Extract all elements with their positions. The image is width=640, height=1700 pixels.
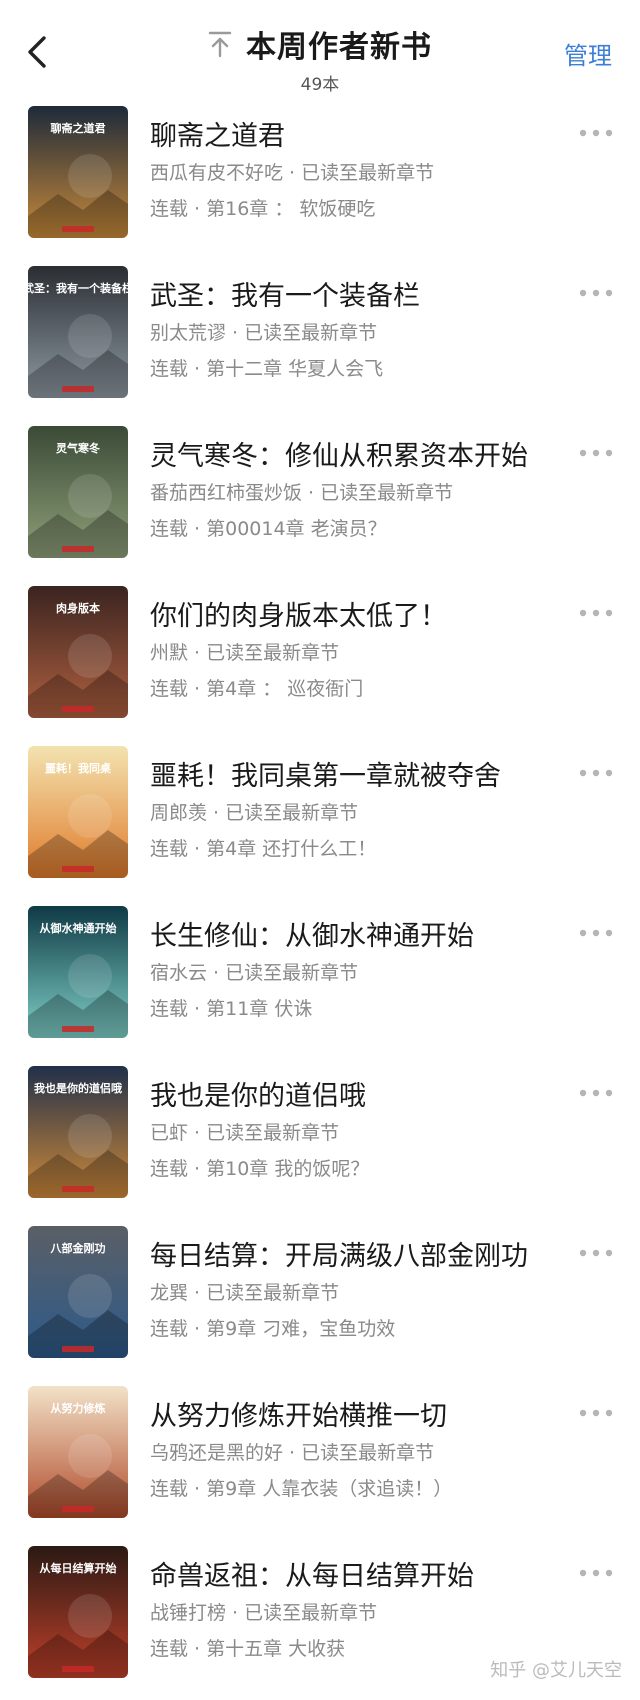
page-title: 本周作者新书 [246, 22, 432, 66]
book-author-status: 战锤打榜 · 已读至最新章节 [150, 1598, 377, 1625]
more-horizontal-icon[interactable] [578, 1088, 614, 1098]
book-list-item[interactable]: 八部金刚功 每日结算：开局满级八部金刚功龙巽 · 已读至最新章节连载 · 第9章 … [0, 1220, 640, 1380]
book-title[interactable]: 你们的肉身版本太低了！ [150, 594, 447, 633]
more-horizontal-icon[interactable] [578, 1568, 614, 1578]
book-list-item[interactable]: 噩耗！我同桌 噩耗！我同桌第一章就被夺舍周郎羡 · 已读至最新章节连载 · 第4章… [0, 740, 640, 900]
cover-title-text: 噩耗！我同桌 [45, 761, 112, 775]
book-list-item[interactable]: 从努力修炼 从努力修炼开始横推一切乌鸦还是黑的好 · 已读至最新章节连载 · 第9… [0, 1380, 640, 1540]
book-latest-chapter: 连载 · 第十五章 大收获 [150, 1634, 345, 1661]
more-horizontal-icon[interactable] [578, 608, 614, 618]
book-title[interactable]: 灵气寒冬：修仙从积累资本开始 [150, 434, 528, 473]
book-latest-chapter: 连载 · 第9章 刁难，宝鱼功效 [150, 1314, 395, 1341]
book-cover[interactable]: 我也是你的道侣哦 [28, 1066, 128, 1198]
book-author-status: 西瓜有皮不好吃 · 已读至最新章节 [150, 158, 434, 185]
more-horizontal-icon[interactable] [578, 448, 614, 458]
book-cover[interactable]: 武圣：我有一个装备栏 [28, 266, 128, 398]
book-cover[interactable]: 八部金刚功 [28, 1226, 128, 1358]
book-cover[interactable]: 聊斋之道君 [28, 106, 128, 238]
book-latest-chapter: 连载 · 第9章 人靠衣装（求追读！） [150, 1474, 452, 1501]
manage-button[interactable]: 管理 [564, 36, 612, 71]
book-title[interactable]: 命兽返祖：从每日结算开始 [150, 1554, 474, 1593]
book-title[interactable]: 长生修仙：从御水神通开始 [150, 914, 474, 953]
book-author-status: 别太荒谬 · 已读至最新章节 [150, 318, 377, 345]
book-cover[interactable]: 从御水神通开始 [28, 906, 128, 1038]
book-list: 聊斋之道君 聊斋之道君西瓜有皮不好吃 · 已读至最新章节连载 · 第16章 ： 软… [0, 100, 640, 1700]
book-cover[interactable]: 从努力修炼 [28, 1386, 128, 1518]
more-horizontal-icon[interactable] [578, 288, 614, 298]
book-title[interactable]: 聊斋之道君 [150, 114, 285, 153]
more-horizontal-icon[interactable] [578, 1408, 614, 1418]
book-list-item[interactable]: 肉身版本 你们的肉身版本太低了！ 州默 · 已读至最新章节连载 · 第4章 ： 巡夜… [0, 580, 640, 740]
cover-title-text: 灵气寒冬 [56, 441, 100, 455]
cover-title-text: 武圣：我有一个装备栏 [28, 281, 128, 295]
book-title[interactable]: 噩耗！我同桌第一章就被夺舍 [150, 754, 501, 793]
book-cover[interactable]: 噩耗！我同桌 [28, 746, 128, 878]
top-bar: 本周作者新书 49本 管理 [0, 0, 640, 96]
more-horizontal-icon[interactable] [578, 1248, 614, 1258]
book-list-item[interactable]: 武圣：我有一个装备栏 武圣：我有一个装备栏别太荒谬 · 已读至最新章节连载 · 第… [0, 260, 640, 420]
book-title[interactable]: 每日结算：开局满级八部金刚功 [150, 1234, 528, 1273]
watermark: 知乎 @艾儿天空 [490, 1656, 622, 1682]
book-latest-chapter: 连载 · 第16章 ： 软饭硬吃 [150, 194, 375, 221]
book-latest-chapter: 连载 · 第4章 ： 巡夜衙门 [150, 674, 363, 701]
cover-title-text: 从御水神通开始 [40, 921, 117, 935]
book-author-status: 周郎羡 · 已读至最新章节 [150, 798, 358, 825]
cover-title-text: 八部金刚功 [50, 1241, 106, 1255]
book-latest-chapter: 连载 · 第00014章 老演员？ [150, 514, 387, 541]
book-cover[interactable]: 从每日结算开始 [28, 1546, 128, 1678]
book-latest-chapter: 连载 · 第4章 还打什么工！ [150, 834, 376, 861]
book-list-item[interactable]: 灵气寒冬 灵气寒冬：修仙从积累资本开始番茄西红柿蛋炒饭 · 已读至最新章节连载 ·… [0, 420, 640, 580]
book-latest-chapter: 连载 · 第十二章 华夏人会飞 [150, 354, 383, 381]
book-list-item[interactable]: 我也是你的道侣哦 我也是你的道侣哦已虾 · 已读至最新章节连载 · 第10章 我的… [0, 1060, 640, 1220]
more-horizontal-icon[interactable] [578, 928, 614, 938]
book-author-status: 宿水云 · 已读至最新章节 [150, 958, 358, 985]
book-list-item[interactable]: 聊斋之道君 聊斋之道君西瓜有皮不好吃 · 已读至最新章节连载 · 第16章 ： 软… [0, 100, 640, 260]
book-title[interactable]: 从努力修炼开始横推一切 [150, 1394, 447, 1433]
book-latest-chapter: 连载 · 第10章 我的饭呢？ [150, 1154, 369, 1181]
book-list-item[interactable]: 从御水神通开始 长生修仙：从御水神通开始宿水云 · 已读至最新章节连载 · 第11… [0, 900, 640, 1060]
more-horizontal-icon[interactable] [578, 128, 614, 138]
cover-title-text: 聊斋之道君 [51, 121, 106, 135]
more-horizontal-icon[interactable] [578, 768, 614, 778]
book-cover[interactable]: 灵气寒冬 [28, 426, 128, 558]
cover-title-text: 肉身版本 [56, 601, 100, 615]
book-author-status: 已虾 · 已读至最新章节 [150, 1118, 339, 1145]
book-author-status: 番茄西红柿蛋炒饭 · 已读至最新章节 [150, 478, 453, 505]
book-author-status: 龙巽 · 已读至最新章节 [150, 1278, 339, 1305]
cover-title-text: 从努力修炼 [51, 1401, 106, 1415]
book-cover[interactable]: 肉身版本 [28, 586, 128, 718]
book-count: 49本 [0, 70, 640, 95]
arrow-up-to-top-icon[interactable] [208, 30, 232, 58]
book-latest-chapter: 连载 · 第11章 伏诛 [150, 994, 312, 1021]
cover-title-text: 我也是你的道侣哦 [34, 1081, 122, 1095]
title-block: 本周作者新书 49本 [0, 22, 640, 95]
cover-title-text: 从每日结算开始 [40, 1561, 117, 1575]
book-title[interactable]: 我也是你的道侣哦 [150, 1074, 366, 1113]
book-author-status: 乌鸦还是黑的好 · 已读至最新章节 [150, 1438, 434, 1465]
book-author-status: 州默 · 已读至最新章节 [150, 638, 339, 665]
book-title[interactable]: 武圣：我有一个装备栏 [150, 274, 420, 313]
